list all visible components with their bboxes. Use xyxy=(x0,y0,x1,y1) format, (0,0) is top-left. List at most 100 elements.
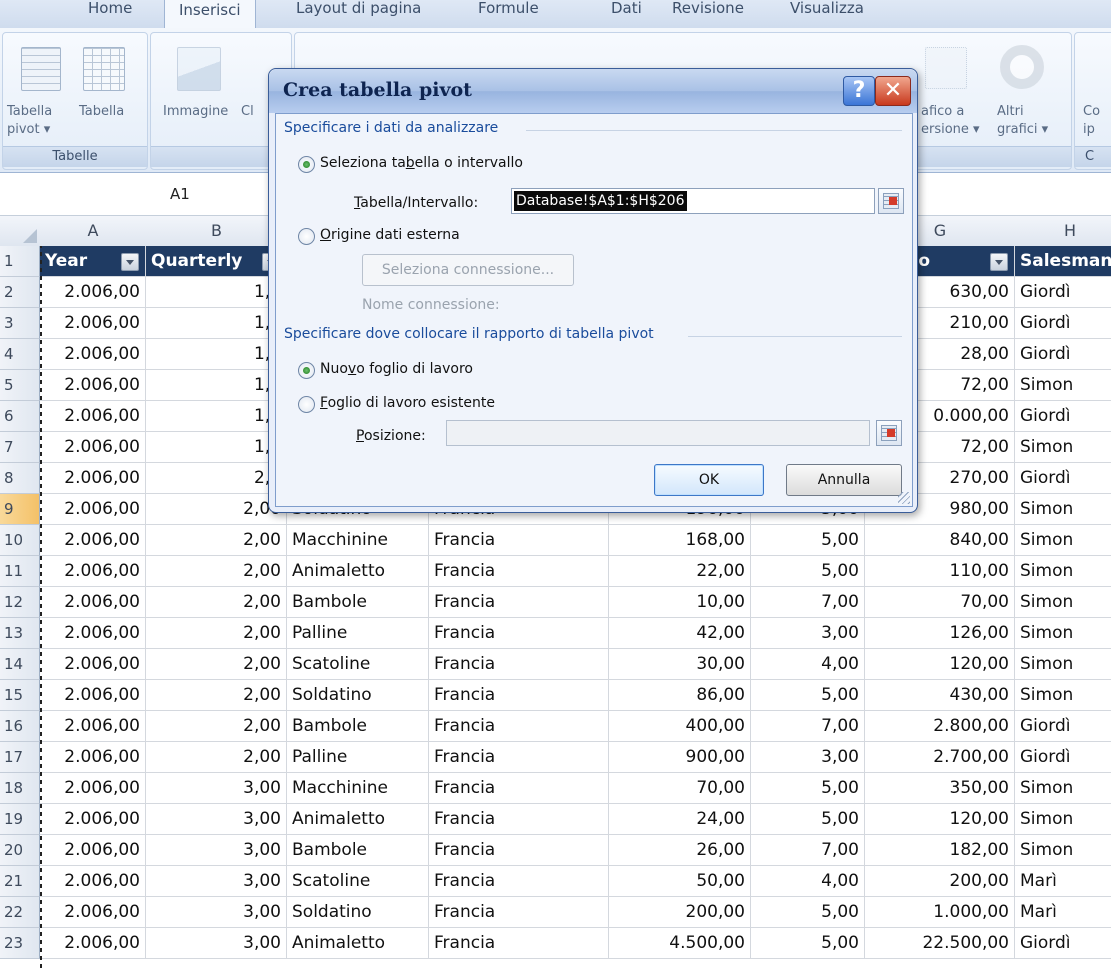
table-cell[interactable]: Francia xyxy=(429,525,609,556)
close-button[interactable]: ✕ xyxy=(875,76,911,106)
pivot-table-button[interactable]: Tabella pivot ▾ xyxy=(7,103,52,139)
external-source-label[interactable]: Origine dati esterna xyxy=(320,227,460,243)
table-cell[interactable]: 1,0 xyxy=(146,370,287,401)
table-cell[interactable]: Simon xyxy=(1015,432,1111,463)
table-cell[interactable]: 2,0 xyxy=(146,463,287,494)
row-header[interactable]: 10 xyxy=(0,525,40,556)
table-cell[interactable]: Animaletto xyxy=(287,556,429,587)
table-cell[interactable]: 5,00 xyxy=(751,928,865,959)
row-header[interactable]: 18 xyxy=(0,773,40,804)
table-cell[interactable]: 430,00 xyxy=(865,680,1015,711)
table-cell[interactable]: 3,00 xyxy=(146,804,287,835)
row-header[interactable]: 22 xyxy=(0,897,40,928)
row-header[interactable]: 5 xyxy=(0,370,40,401)
row-header[interactable]: 15 xyxy=(0,680,40,711)
table-cell[interactable]: Marì xyxy=(1015,866,1111,897)
external-source-radio[interactable] xyxy=(298,228,315,245)
picture-button[interactable]: Immagine xyxy=(163,103,228,121)
table-cell[interactable]: Macchinine xyxy=(287,773,429,804)
table-cell[interactable]: 4,00 xyxy=(751,649,865,680)
table-cell[interactable]: 5,00 xyxy=(751,556,865,587)
row-header[interactable]: 7 xyxy=(0,432,40,463)
table-cell[interactable]: Macchinine xyxy=(287,525,429,556)
row-header[interactable]: 9 xyxy=(0,494,40,525)
table-cell[interactable]: Soldatino xyxy=(287,897,429,928)
table-cell[interactable]: 2.006,00 xyxy=(40,804,146,835)
table-cell[interactable]: 2,00 xyxy=(146,494,287,525)
table-cell[interactable]: 3,00 xyxy=(751,742,865,773)
other-charts-button[interactable]: Altri grafici ▾ xyxy=(997,103,1048,139)
table-button[interactable]: Tabella xyxy=(79,103,124,121)
resize-grip[interactable] xyxy=(898,492,910,504)
table-cell[interactable]: Scatoline xyxy=(287,649,429,680)
table-cell[interactable]: 126,00 xyxy=(865,618,1015,649)
table-cell[interactable]: 2,00 xyxy=(146,556,287,587)
table-cell[interactable]: 2.006,00 xyxy=(40,680,146,711)
help-button[interactable]: ? xyxy=(843,76,875,106)
table-cell[interactable]: 2,00 xyxy=(146,618,287,649)
header-cell[interactable]: Quarterly xyxy=(146,246,287,277)
select-all-corner[interactable] xyxy=(0,216,41,247)
row-header[interactable]: 4 xyxy=(0,339,40,370)
table-cell[interactable]: Simon xyxy=(1015,773,1111,804)
row-header[interactable]: 6 xyxy=(0,401,40,432)
table-cell[interactable]: 2.006,00 xyxy=(40,897,146,928)
table-cell[interactable]: Giordì xyxy=(1015,339,1111,370)
table-cell[interactable]: 22.500,00 xyxy=(865,928,1015,959)
table-cell[interactable]: 110,00 xyxy=(865,556,1015,587)
table-cell[interactable]: Giordì xyxy=(1015,308,1111,339)
tab-page-layout[interactable]: Layout di pagina xyxy=(296,0,421,22)
table-cell[interactable]: 3,00 xyxy=(146,773,287,804)
table-cell[interactable]: Simon xyxy=(1015,804,1111,835)
table-cell[interactable]: 2.006,00 xyxy=(40,525,146,556)
table-cell[interactable]: Simon xyxy=(1015,494,1111,525)
row-header[interactable]: 21 xyxy=(0,866,40,897)
table-cell[interactable]: Giordì xyxy=(1015,711,1111,742)
table-cell[interactable]: 2.006,00 xyxy=(40,773,146,804)
select-range-radio[interactable] xyxy=(298,156,315,173)
filter-dropdown-icon[interactable] xyxy=(990,253,1008,271)
range-input[interactable]: Database!$A$1:$H$206 xyxy=(511,188,875,214)
table-cell[interactable]: Palline xyxy=(287,742,429,773)
table-cell[interactable]: 2,00 xyxy=(146,680,287,711)
table-cell[interactable]: 2.006,00 xyxy=(40,432,146,463)
table-cell[interactable]: 2.006,00 xyxy=(40,866,146,897)
table-cell[interactable]: 2.006,00 xyxy=(40,835,146,866)
select-range-label[interactable]: Seleziona tabella o intervallo xyxy=(320,155,523,171)
table-cell[interactable]: Giordì xyxy=(1015,742,1111,773)
table-cell[interactable]: Simon xyxy=(1015,556,1111,587)
row-header[interactable]: 13 xyxy=(0,618,40,649)
table-cell[interactable]: 2,00 xyxy=(146,711,287,742)
name-box[interactable]: A1 xyxy=(170,185,190,203)
row-header[interactable]: 14 xyxy=(0,649,40,680)
table-cell[interactable]: Francia xyxy=(429,680,609,711)
column-header-a[interactable]: A xyxy=(40,216,147,247)
table-cell[interactable]: 1.000,00 xyxy=(865,897,1015,928)
row-header[interactable]: 23 xyxy=(0,928,40,959)
table-cell[interactable]: 2.006,00 xyxy=(40,494,146,525)
table-cell[interactable]: 2.006,00 xyxy=(40,742,146,773)
table-cell[interactable]: 3,00 xyxy=(146,866,287,897)
tab-review[interactable]: Revisione xyxy=(672,0,744,22)
table-cell[interactable]: Simon xyxy=(1015,587,1111,618)
table-cell[interactable]: 3,00 xyxy=(146,835,287,866)
row-header[interactable]: 8 xyxy=(0,463,40,494)
table-cell[interactable]: 2.006,00 xyxy=(40,618,146,649)
column-header-b[interactable]: B xyxy=(146,216,288,247)
existing-sheet-radio[interactable] xyxy=(298,396,315,413)
position-picker-button[interactable] xyxy=(876,420,902,446)
table-cell[interactable]: Simon xyxy=(1015,525,1111,556)
header-cell[interactable]: Salesman xyxy=(1015,246,1111,277)
table-cell[interactable]: 7,00 xyxy=(751,835,865,866)
table-cell[interactable]: Francia xyxy=(429,897,609,928)
row-header[interactable]: 16 xyxy=(0,711,40,742)
table-cell[interactable]: 5,00 xyxy=(751,897,865,928)
tab-insert[interactable]: Inserisci xyxy=(164,0,256,29)
table-cell[interactable]: 3,00 xyxy=(146,897,287,928)
table-cell[interactable]: Francia xyxy=(429,866,609,897)
cancel-button[interactable]: Annulla xyxy=(786,464,902,496)
table-cell[interactable]: 10,00 xyxy=(609,587,751,618)
row-header[interactable]: 1 xyxy=(0,246,40,277)
table-cell[interactable]: 2.006,00 xyxy=(40,370,146,401)
header-cell[interactable]: Year xyxy=(40,246,146,277)
